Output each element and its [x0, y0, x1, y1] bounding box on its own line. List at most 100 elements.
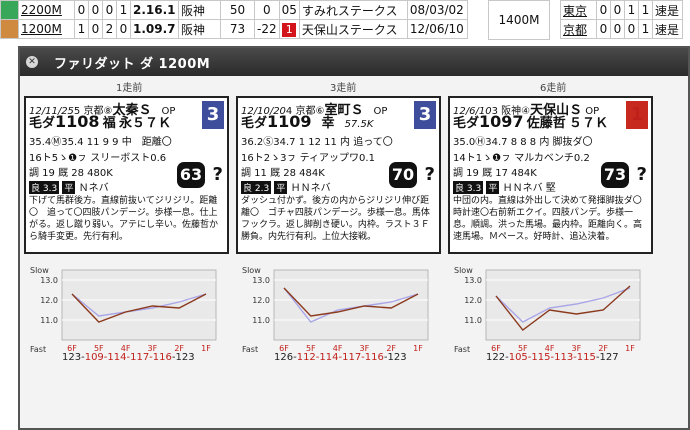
fast-label: Fast — [454, 345, 470, 354]
date-cell: 12/06/10 — [406, 19, 468, 39]
value-cell: 0 — [254, 0, 280, 20]
table-row: 東京 0 0 1 1 速是 — [560, 0, 683, 20]
finish-time: 1109 — [267, 112, 312, 131]
lap-last: -123 — [383, 352, 407, 363]
distance-link[interactable]: 1200M — [21, 22, 62, 36]
lap-chart-svg: 13.012.011.0SlowFast 6F 5F 4F 3F 2F 1F — [30, 266, 217, 354]
surface-label: 毛ダ — [29, 116, 56, 131]
y-tick-label: 13.0 — [40, 276, 58, 285]
finish-time: 1097 — [479, 112, 524, 131]
race-name-cell: すみれステークス — [298, 0, 408, 20]
y-tick-label: 13.0 — [252, 276, 270, 285]
pace-row: 36.2Ⓢ34.7 1 12 11 内 追って〇 — [241, 137, 393, 148]
date-cell: 08/03/02 — [406, 0, 468, 20]
column-header-3: 3走前 — [330, 83, 357, 94]
root: 2200M 0 0 0 1 2.16.1 阪神 50 0 05 すみれステークス… — [0, 0, 690, 430]
score-badge: 63 — [177, 162, 205, 188]
finish-time: 1108 — [55, 112, 100, 131]
row-color-stripe — [0, 19, 19, 39]
lap-times-text: 122-105-115-113-115-127 — [486, 352, 619, 363]
question-mark: ? — [212, 164, 223, 185]
flat-label: 平 — [274, 181, 288, 194]
baba-label: Ｎネバ — [78, 183, 109, 194]
lap-first: 126- — [274, 352, 297, 363]
jockey-name: 佐藤哲 — [526, 116, 566, 131]
time-cell: 1.09.7 — [130, 19, 179, 39]
jockey-name: 幸 — [321, 116, 335, 131]
weight-info: 永５７Ｋ — [118, 116, 171, 131]
comment-text: 中団の内。直線は外出して決めて発揮脚抜ダ〇 時計速〇右前新エクイ。四肢パンデ。歩… — [453, 196, 648, 242]
lap-times-text: 126-112-114-117-116-123 — [274, 352, 407, 363]
track-cell: 阪神 — [178, 19, 221, 39]
extra-cell: 速是 — [652, 0, 683, 20]
stat-cell: 0 — [116, 19, 131, 39]
time-row: 毛ダ1109 幸 57.5K — [241, 112, 436, 131]
flat-label: 平 — [62, 181, 76, 194]
surface-label: 毛ダ — [241, 116, 268, 131]
stat-cell: 0 — [610, 19, 625, 39]
jockey-name: 福 — [102, 116, 116, 131]
weight-info: 57.5K — [344, 119, 374, 130]
y-tick-label: 11.0 — [252, 316, 270, 325]
race-card: 12/10/204 京都⑥室町Ｓ OP 3 毛ダ1109 幸 57.5K 36.… — [236, 96, 441, 254]
lap-middle: 105-115-113-115 — [508, 352, 596, 363]
weight-info: ５７Ｋ — [568, 116, 608, 131]
race-name-cell: 天保山ステークス — [298, 19, 408, 39]
time-cell: 2.16.1 — [130, 0, 179, 20]
lap-middle: 112-114-117-116 — [296, 352, 384, 363]
lap-chart-svg: 13.012.011.0SlowFast 6F 5F 4F 3F 2F 1F — [242, 266, 429, 354]
track-condition: 良 2.3 — [241, 181, 272, 194]
score-badge: 70 — [389, 162, 417, 188]
row-color-stripe — [0, 0, 19, 20]
value-cell: 05 — [278, 0, 300, 20]
stat-cell: 0 — [74, 0, 89, 20]
background-table: 2200M 0 0 0 1 2.16.1 阪神 50 0 05 すみれステークス… — [0, 0, 690, 46]
track-condition: 良 3.3 — [29, 181, 60, 194]
slow-label: Slow — [454, 266, 473, 275]
stat-cell: 1 — [638, 19, 653, 39]
stat-cell: 0 — [610, 0, 625, 20]
rank-badge: 1 — [282, 22, 297, 37]
dialog-title: ファリダット ダ 1200M — [54, 56, 211, 72]
flat-label: 平 — [486, 181, 500, 194]
track-link[interactable]: 京都 — [563, 23, 587, 37]
question-mark: ? — [424, 164, 435, 185]
stat-cell: 1 — [624, 0, 639, 20]
column-header-6: 6走前 — [540, 83, 567, 94]
value-cell: 50 — [220, 0, 255, 20]
track-link[interactable]: 東京 — [563, 4, 587, 18]
right-table: 東京 0 0 1 1 速是 京都 0 0 0 1 速是 — [560, 0, 683, 39]
y-tick-label: 12.0 — [252, 296, 270, 305]
y-tick-label: 11.0 — [464, 316, 482, 325]
race-card: 12/11/255 京都⑧太秦Ｓ OP 3 毛ダ1108 福 永５７Ｋ 35.4… — [24, 96, 229, 254]
horse-detail-dialog: ✕ ファリダット ダ 1200M 1走前 3走前 6走前 12/11/255 京… — [18, 46, 690, 430]
distance-link[interactable]: 2200M — [21, 3, 62, 17]
fast-label: Fast — [30, 345, 46, 354]
comment-text: 下げて馬群後方。直線前抜いてジリジリ。距離〇 追って〇四肢パンデージ。歩様一息。… — [29, 196, 219, 242]
race-card: 12/6/103 阪神④天保山Ｓ OP 1 毛ダ1097 佐藤哲 ５７Ｋ 35.… — [448, 96, 653, 254]
stat-cell: 0 — [596, 0, 611, 20]
baba-label: ＨＮネバ — [290, 183, 331, 194]
y-tick-label: 11.0 — [40, 316, 58, 325]
stat-cell: 0 — [102, 0, 117, 20]
fast-label: Fast — [242, 345, 258, 354]
y-tick-label: 12.0 — [464, 296, 482, 305]
table-row: 京都 0 0 0 1 速是 — [560, 19, 683, 39]
comment-text: ダッシュ付かず。後方の内からジリジリ伸び距離〇 ゴチャ四肢パンデージ。歩様一息。… — [241, 196, 430, 242]
history-table: 2200M 0 0 0 1 2.16.1 阪神 50 0 05 すみれステークス… — [0, 0, 468, 39]
lap-last: -123 — [171, 352, 195, 363]
stat-cell: 0 — [88, 0, 103, 20]
track-condition: 良 3.3 — [453, 181, 484, 194]
table-row: 2200M 0 0 0 1 2.16.1 阪神 50 0 05 すみれステークス… — [0, 0, 468, 20]
lap-middle: 109-114-117-116 — [84, 352, 172, 363]
lap-first: 122- — [486, 352, 509, 363]
stat-cell: 0 — [624, 19, 639, 39]
y-tick-label: 12.0 — [40, 296, 58, 305]
y-tick-label: 13.0 — [464, 276, 482, 285]
close-icon[interactable]: ✕ — [26, 56, 38, 68]
column-header-1: 1走前 — [116, 83, 143, 94]
dialog-titlebar[interactable]: ✕ ファリダット ダ 1200M — [20, 48, 688, 76]
pace-row: 35.0Ⓗ34.7 8 8 8 内 脚抜ダ〇 — [453, 137, 593, 148]
lap-last: -127 — [595, 352, 619, 363]
extra-cell: 速是 — [652, 19, 683, 39]
